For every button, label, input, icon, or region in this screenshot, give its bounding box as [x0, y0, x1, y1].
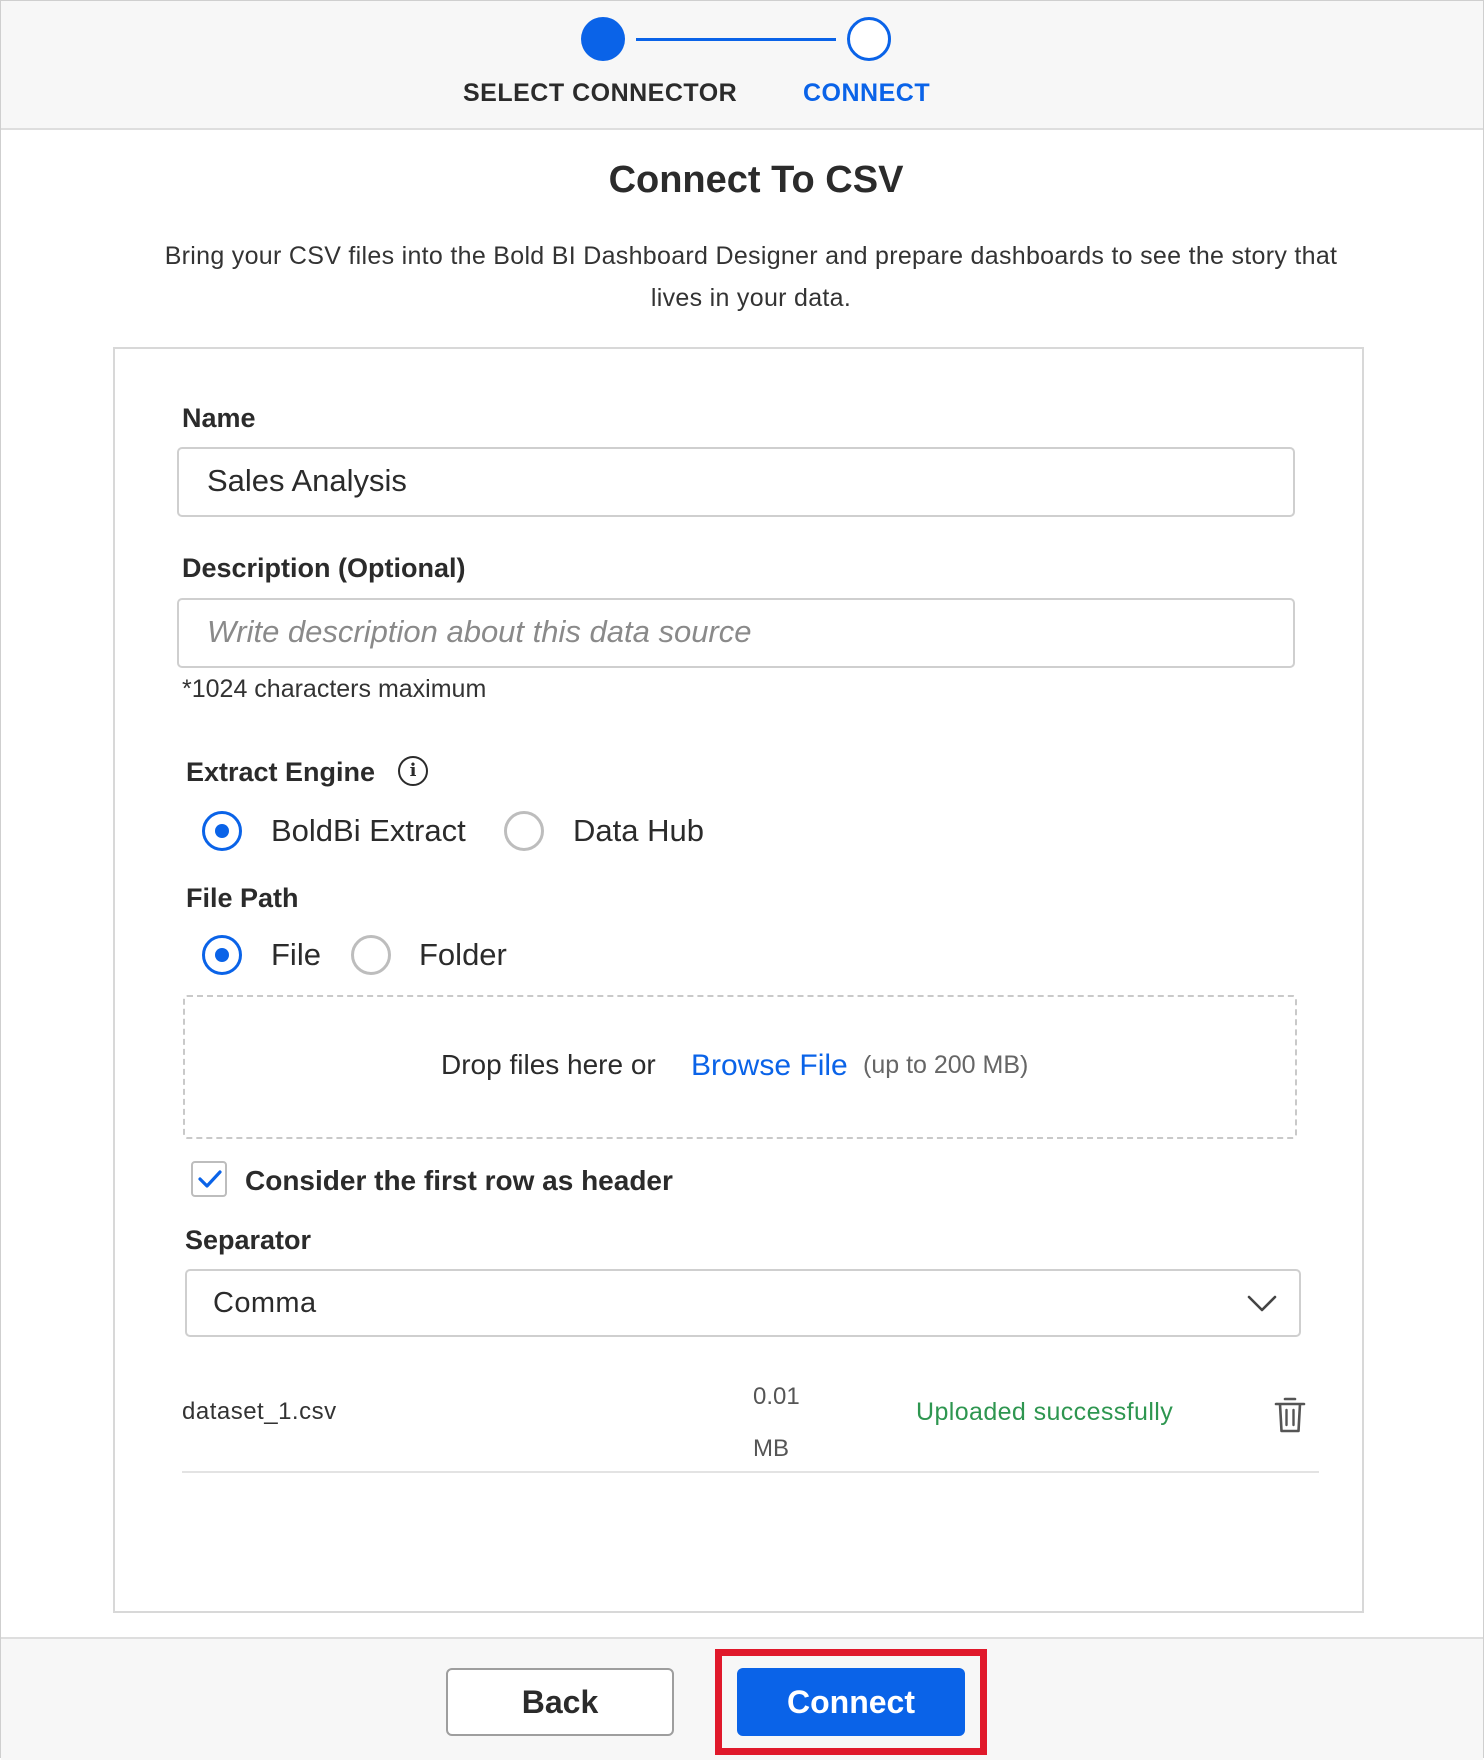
uploaded-file-size-value: 0.01 [753, 1383, 800, 1410]
step-connector-line [636, 38, 836, 41]
uploaded-file-size-unit: MB [753, 1435, 789, 1462]
name-input[interactable]: Sales Analysis [177, 447, 1295, 517]
page-subtitle: Bring your CSV files into the Bold BI Da… [164, 242, 1338, 312]
file-row-divider [182, 1471, 1319, 1473]
radio-file-label[interactable]: File [271, 937, 321, 973]
radio-data-hub[interactable] [504, 811, 544, 851]
step-connect-indicator [847, 17, 891, 61]
radio-boldbi-extract-label[interactable]: BoldBi Extract [271, 813, 466, 849]
radio-folder-label[interactable]: Folder [419, 937, 507, 973]
connector-dialog: SELECT CONNECTOR CONNECT Connect To CSV … [0, 0, 1484, 1760]
upload-status: Uploaded successfully [916, 1398, 1174, 1426]
name-label: Name [182, 403, 256, 433]
header-row-checkbox[interactable] [191, 1161, 227, 1197]
connect-button[interactable]: Connect [737, 1668, 965, 1736]
radio-file[interactable] [202, 935, 242, 975]
separator-select[interactable]: Comma [185, 1269, 1301, 1337]
separator-label: Separator [185, 1225, 312, 1255]
step-select-connector-label: SELECT CONNECTOR [463, 79, 738, 107]
checkmark-icon [198, 1170, 222, 1188]
stepper: SELECT CONNECTOR CONNECT [1, 1, 1483, 130]
uploaded-file-name: dataset_1.csv [182, 1398, 337, 1425]
browse-file-link[interactable]: Browse File [691, 1049, 848, 1083]
radio-boldbi-extract[interactable] [202, 811, 242, 851]
description-hint: *1024 characters maximum [182, 675, 487, 703]
page-title: Connect To CSV [608, 159, 904, 201]
step-connect-label: CONNECT [803, 79, 931, 107]
radio-folder[interactable] [351, 935, 391, 975]
back-button[interactable]: Back [446, 1668, 674, 1736]
radio-data-hub-label[interactable]: Data Hub [573, 813, 704, 849]
description-label: Description (Optional) [182, 553, 466, 583]
file-path-label: File Path [186, 883, 299, 913]
dropzone-size-limit: (up to 200 MB) [863, 1051, 1029, 1079]
step-select-connector-indicator [581, 17, 625, 61]
info-icon[interactable]: i [398, 756, 428, 786]
header-row-checkbox-label[interactable]: Consider the first row as header [245, 1165, 673, 1197]
uploaded-file-size: 0.01 MB [753, 1371, 800, 1475]
trash-icon[interactable] [1273, 1395, 1307, 1435]
extract-engine-label: Extract Engine [186, 757, 376, 787]
chevron-down-icon [1247, 1295, 1277, 1312]
description-input[interactable]: Write description about this data source [177, 598, 1295, 668]
separator-select-value: Comma [213, 1287, 317, 1319]
dropzone-text: Drop files here or [441, 1049, 656, 1080]
